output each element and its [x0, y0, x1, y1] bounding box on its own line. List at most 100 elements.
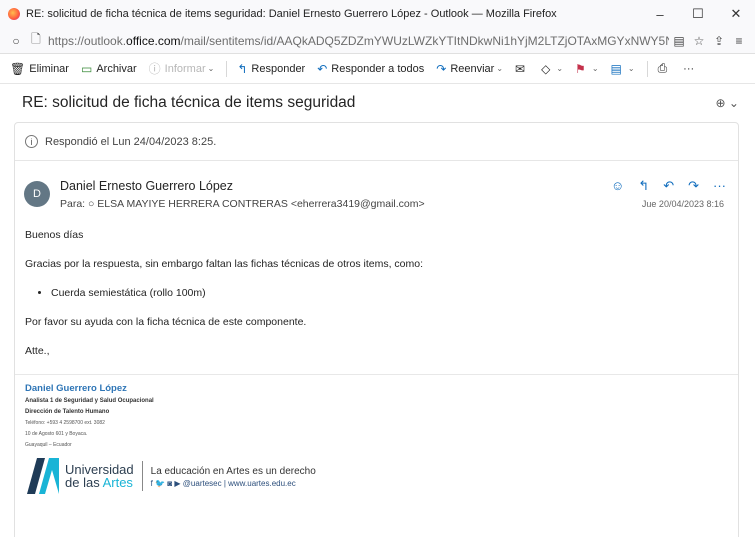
reply-all-icon[interactable]: ↶ — [663, 178, 674, 194]
chevron-down-icon: ⌄ — [496, 64, 504, 73]
message-body: Buenos días Gracias por la respuesta, si… — [15, 211, 738, 358]
message-date: Jue 20/04/2023 8:16 — [641, 199, 724, 209]
social-links: f 🐦 ◙ ▶ @uartesec | www.uartes.edu.ec — [151, 479, 316, 488]
to-label: Para: — [60, 198, 86, 210]
message-subject: RE: solicitud de ficha técnica de items … — [22, 94, 356, 111]
wordmark-de-las: de las — [65, 475, 103, 490]
signature-phone: Teléfono: +593 4 2598700 ext. 3082 — [25, 420, 105, 426]
avatar[interactable]: D — [24, 181, 50, 207]
share-icon[interactable]: ⇪ — [709, 34, 729, 48]
maximize-button[interactable]: ☐ — [679, 6, 717, 22]
report-label: Informar — [164, 62, 206, 75]
signature: Daniel Guerrero López Analista 1 de Segu… — [15, 375, 738, 504]
firefox-icon — [8, 8, 20, 20]
toolbar-divider — [226, 60, 228, 77]
trash-icon: 🗑 — [10, 61, 26, 76]
reply-all-label: Responder a todos — [331, 62, 425, 75]
signature-address: 10 de Agosto 601 y Boyaca. — [25, 431, 88, 437]
message-toolbar: 🗑 Eliminar ▭ Archivar ⓘ Informar ⌄ ↰ Responde… — [0, 54, 755, 84]
reply-icon: ↰ — [237, 61, 248, 76]
message-card: i Respondió el Lun 24/04/2023 8:25. D Da… — [14, 122, 739, 537]
print-icon: ⎙ — [657, 61, 668, 75]
forward-icon[interactable]: ↷ — [688, 178, 699, 194]
envelope-open-icon: ✉ — [515, 61, 526, 76]
replied-notice-text: Respondió el Lun 24/04/2023 8:25. — [45, 135, 217, 148]
reply-button[interactable]: ↰ Responder — [237, 62, 305, 76]
body-paragraph: Por favor su ayuda con la ficha técnica … — [25, 316, 307, 328]
university-logo-mark — [27, 458, 59, 494]
logo-divider — [141, 461, 143, 491]
url-prefix: https://outlook. — [48, 33, 127, 48]
youtube-icon[interactable]: ▶ — [174, 479, 180, 488]
forward-icon: ↷ — [436, 61, 447, 76]
reply-label: Responder — [251, 62, 306, 75]
sender-name[interactable]: Daniel Ernesto Guerrero López — [60, 179, 233, 193]
info-icon: i — [25, 135, 38, 148]
delete-label: Eliminar — [29, 62, 69, 75]
report-button[interactable]: ⓘ Informar ⌄ — [149, 60, 215, 77]
recipient[interactable]: ELSA MAYIYE HERRERA CONTRERAS <eherrera3… — [97, 198, 424, 210]
wordmark-line2: de las Artes — [65, 476, 134, 489]
archive-button[interactable]: ▭ Archivar — [81, 62, 137, 76]
reply-all-button[interactable]: ↶ Responder a todos — [317, 62, 424, 76]
recipient-line: Para: ○ ELSA MAYIYE HERRERA CONTRERAS <e… — [60, 198, 425, 210]
subject-bar: RE: solicitud de ficha técnica de items … — [0, 84, 755, 122]
close-button[interactable]: ✕ — [717, 6, 755, 22]
zoom-icon[interactable]: ⊕ ⌄ — [716, 96, 739, 110]
toolbar-divider — [646, 60, 648, 77]
page-icon[interactable]: 🗋 — [26, 30, 46, 51]
instagram-icon[interactable]: ◙ — [167, 479, 172, 488]
print-button[interactable]: ⎙ — [658, 61, 672, 76]
mark-read-button[interactable]: ✉ — [515, 62, 529, 76]
chevron-down-icon: ⌄ — [627, 64, 635, 73]
move-to-folder-icon: ▤ — [610, 61, 622, 76]
forward-label: Reenviar — [450, 62, 495, 75]
more-icon[interactable]: ··· — [713, 178, 726, 194]
reply-all-icon: ↶ — [317, 61, 328, 76]
greeting: Buenos días — [25, 229, 84, 241]
facebook-icon[interactable]: f — [151, 479, 153, 488]
presence-icon: ○ — [88, 198, 95, 210]
categorize-button[interactable]: ◇ ⌄ — [541, 62, 563, 76]
signature-role: Analista 1 de Seguridad y Salud Ocupacio… — [25, 398, 154, 404]
chevron-down-icon: ⌄ — [207, 64, 215, 73]
university-wordmark: Universidad de las Artes — [65, 463, 134, 489]
item-list: Cuerda semiestática (rollo 100m) — [51, 287, 728, 300]
report-icon: ⓘ — [148, 62, 161, 76]
message-header: D Daniel Ernesto Guerrero López Para: ○ … — [15, 161, 738, 211]
tag-icon: ◇ — [541, 61, 551, 76]
url-text[interactable]: https://outlook.office.com/mail/sentitem… — [48, 34, 669, 48]
twitter-icon[interactable]: 🐦 — [155, 479, 165, 488]
list-item: Cuerda semiestática (rollo 100m) — [51, 287, 728, 300]
signature-city: Guayaquil – Ecuador — [25, 442, 72, 448]
flag-icon: ⚑ — [575, 61, 586, 76]
social-text[interactable]: @uartesec | www.uartes.edu.ec — [183, 479, 296, 488]
forward-button[interactable]: ↷ Reenviar ⌄ — [436, 62, 503, 76]
replied-notice: i Respondió el Lun 24/04/2023 8:25. — [15, 123, 738, 161]
move-button[interactable]: ▤ ⌄ — [611, 62, 635, 76]
reply-icon[interactable]: ↰ — [638, 178, 649, 194]
signature-name: Daniel Guerrero López — [25, 383, 127, 394]
university-logo: Universidad de las Artes La educación en… — [25, 456, 728, 496]
emoji-reaction-icon[interactable]: ☺ — [611, 178, 624, 194]
more-actions-button[interactable]: ··· — [683, 63, 694, 75]
flag-button[interactable]: ⚑ ⌄ — [575, 62, 598, 76]
message-actions: ☺ ↰ ↶ ↷ ··· — [597, 178, 726, 194]
logo-tagline: La educación en Artes es un derecho — [150, 465, 316, 477]
tracking-shield-icon[interactable]: ○ — [6, 34, 26, 48]
url-domain: office.com — [126, 33, 181, 48]
url-path: /mail/sentitems/id/AAQkADQ5ZDZmYWUzLWZkY… — [180, 33, 669, 48]
menu-icon[interactable]: ≡ — [729, 34, 749, 48]
delete-button[interactable]: 🗑 Eliminar — [10, 62, 69, 76]
logo-tagline-block: La educación en Artes es un derecho f 🐦 … — [151, 465, 316, 488]
address-bar[interactable]: ○ 🗋 https://outlook.office.com/mail/sent… — [0, 28, 755, 54]
window-title: RE: solicitud de ficha técnica de items … — [26, 8, 557, 20]
reader-view-icon[interactable]: ▤ — [669, 34, 689, 48]
archive-icon: ▭ — [80, 61, 93, 76]
closing: Atte., — [25, 345, 50, 357]
window-titlebar: RE: solicitud de ficha técnica de items … — [0, 0, 755, 28]
chevron-down-icon: ⌄ — [556, 64, 564, 73]
minimize-button[interactable]: – — [641, 7, 679, 22]
bookmark-star-icon[interactable]: ☆ — [689, 34, 709, 48]
signature-department: Dirección de Talento Humano — [25, 409, 110, 415]
